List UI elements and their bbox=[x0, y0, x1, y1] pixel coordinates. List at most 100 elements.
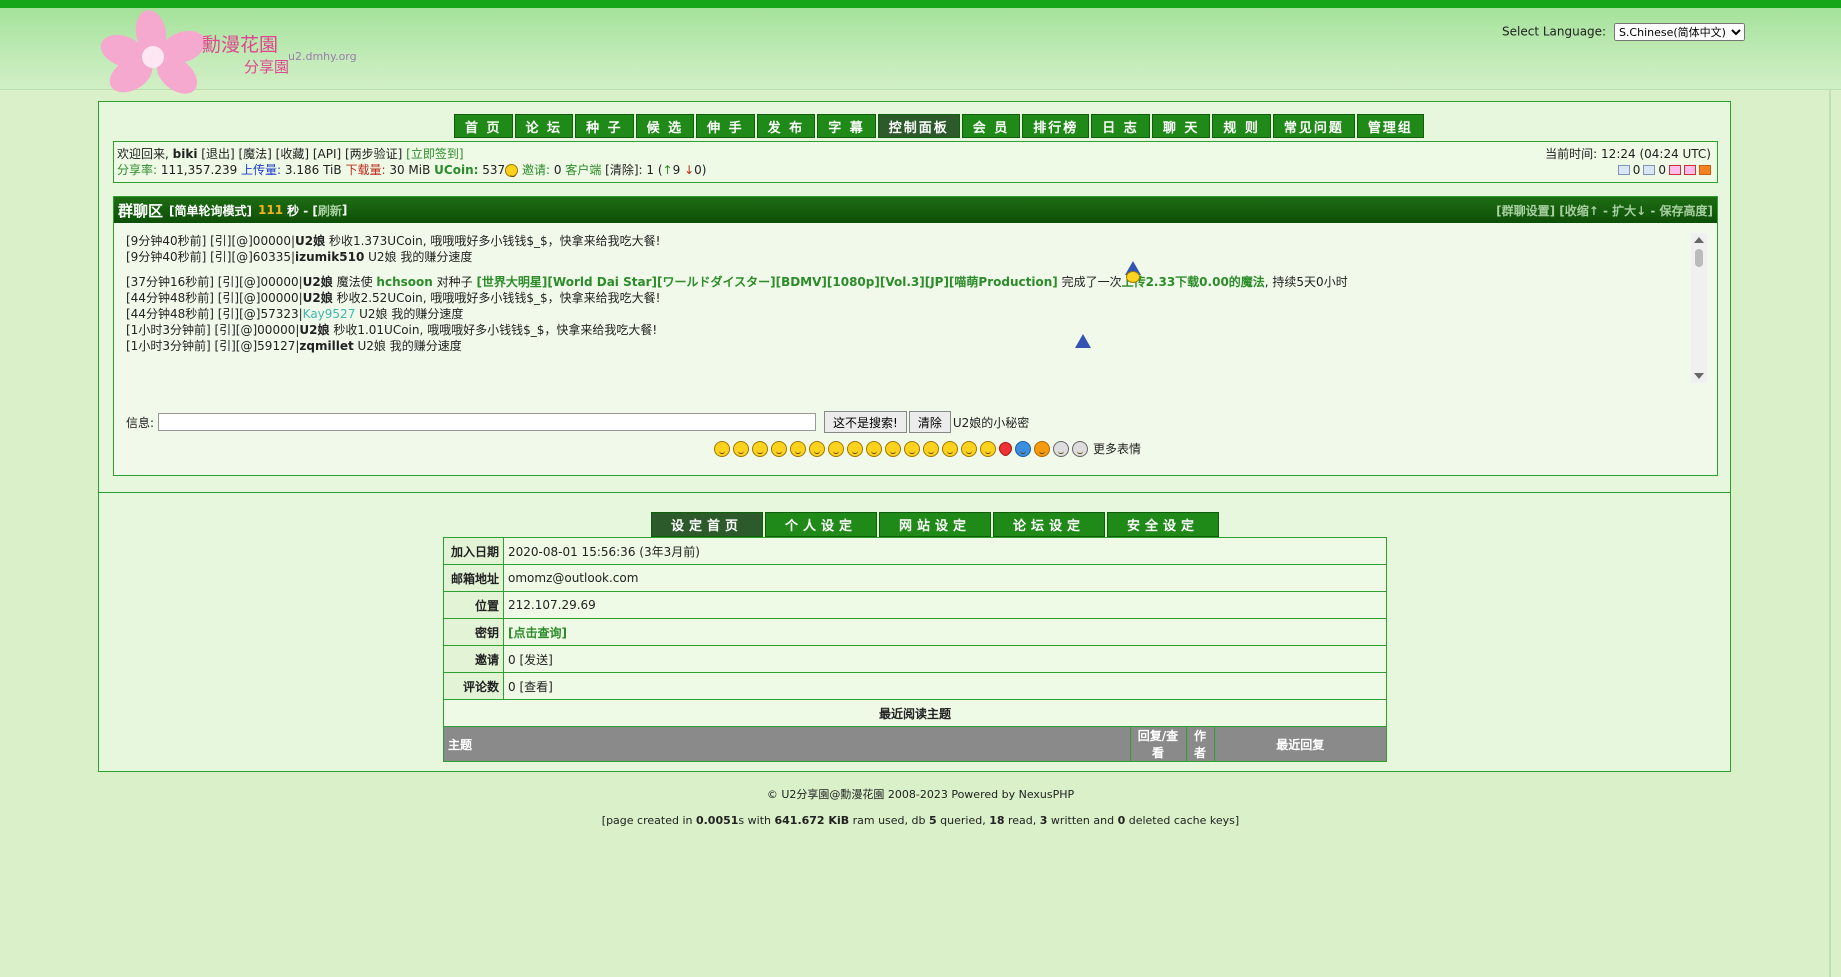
chat-line: [1小时3分钟前] [引][@]59127|zqmillet U2娘 我的赚分速… bbox=[126, 339, 462, 353]
emoji-icon[interactable] bbox=[866, 440, 882, 457]
emoji-icon[interactable] bbox=[752, 440, 768, 457]
language-selector: Select Language: S.Chinese(简体中文) bbox=[1502, 23, 1745, 41]
inbox-icon[interactable] bbox=[1617, 165, 1630, 175]
emoji-icon[interactable] bbox=[980, 440, 996, 457]
nav-rules[interactable]: 规 则 bbox=[1212, 114, 1271, 138]
emoji-icon[interactable] bbox=[1053, 440, 1069, 457]
bookmark-icon[interactable] bbox=[1684, 165, 1696, 175]
emoji-icon[interactable] bbox=[809, 440, 825, 457]
seeding-count: 9 bbox=[672, 163, 681, 177]
nav-requests[interactable]: 伸 手 bbox=[696, 114, 755, 138]
invite-value[interactable]: 0 [发送] bbox=[503, 645, 1387, 673]
emoji-icon[interactable] bbox=[790, 440, 806, 457]
nav-control-panel[interactable]: 控制面板 bbox=[877, 114, 960, 138]
secret-link[interactable]: U2娘的小秘密 bbox=[953, 414, 1029, 431]
chat-refresh[interactable]: 刷新 bbox=[318, 202, 342, 219]
emoji-icon[interactable] bbox=[771, 440, 787, 457]
ip-value: 212.107.29.69 bbox=[503, 591, 1387, 619]
emoji-icon[interactable] bbox=[1072, 440, 1088, 457]
more-emoji-link[interactable]: 更多表情 bbox=[1093, 440, 1141, 457]
sent-icon[interactable] bbox=[1643, 165, 1656, 175]
nav-staff[interactable]: 管理组 bbox=[1356, 114, 1424, 138]
tab-personal-settings[interactable]: 个人设定 bbox=[765, 512, 877, 537]
question-icon[interactable] bbox=[1015, 440, 1031, 457]
ucoin-value: 537 bbox=[482, 163, 506, 177]
language-select[interactable]: S.Chinese(简体中文) bbox=[1613, 23, 1745, 41]
table-row: 位置 212.107.29.69 bbox=[443, 591, 1387, 619]
download-value: 30 MiB bbox=[389, 163, 431, 177]
emoji-icon[interactable] bbox=[733, 440, 749, 457]
nav-upload[interactable]: 发 布 bbox=[756, 114, 816, 138]
tab-settings-home[interactable]: 设定首页 bbox=[651, 512, 763, 537]
nav-forum[interactable]: 论 坛 bbox=[514, 114, 574, 138]
checkin-link[interactable]: [立即签到] bbox=[406, 147, 463, 161]
nav-rankings[interactable]: 排行榜 bbox=[1022, 114, 1090, 138]
emoji-icon[interactable] bbox=[847, 440, 863, 457]
recent-title-row: 最近阅读主题 bbox=[443, 699, 1387, 727]
user-links[interactable]: [退出] [魔法] [收藏] [API] [两步验证] bbox=[201, 147, 402, 161]
greeting: 欢迎回来, bbox=[117, 147, 169, 161]
clear-label[interactable]: [清除]: 1 ( bbox=[605, 163, 662, 177]
scroll-thumb[interactable] bbox=[1695, 249, 1703, 267]
message-icons: 0 0 bbox=[1617, 162, 1711, 178]
client-link[interactable]: 客户端 bbox=[565, 163, 601, 177]
header: 勳漫花園 分享園 u2.dmhy.org Select Language: S.… bbox=[0, 7, 1841, 102]
nav-subtitles[interactable]: 字 幕 bbox=[817, 114, 876, 138]
join-date: 2020-08-01 15:56:36 (3年3月前) bbox=[503, 537, 1387, 565]
warning-icon[interactable] bbox=[1034, 440, 1050, 457]
chat-messages: [9分钟40秒前] [引][@]00000|U2娘 秒收1.373UCoin, … bbox=[126, 233, 1699, 381]
scroll-up-icon[interactable] bbox=[1694, 237, 1704, 243]
chat-panel: 群聊区 [简单轮询模式] 111 秒 - [刷新] [群聊设置] [收缩↑ - … bbox=[113, 196, 1718, 476]
nav-logs[interactable]: 日 志 bbox=[1091, 114, 1150, 138]
tab-forum-settings[interactable]: 论坛设定 bbox=[993, 512, 1105, 537]
tab-site-settings[interactable]: 网站设定 bbox=[879, 512, 991, 537]
emoji-icon[interactable] bbox=[885, 440, 901, 457]
tab-security-settings[interactable]: 安全设定 bbox=[1107, 512, 1219, 537]
emoji-icon[interactable] bbox=[961, 440, 977, 457]
nav-torrents[interactable]: 种 子 bbox=[575, 114, 634, 138]
emoji-icon[interactable] bbox=[904, 440, 920, 457]
coin-icon bbox=[505, 164, 519, 177]
settings-tabs: 设定首页 个人设定 网站设定 论坛设定 安全设定 bbox=[651, 512, 1219, 537]
user-info-bar: 欢迎回来, biki [退出] [魔法] [收藏] [API] [两步验证] [… bbox=[113, 141, 1718, 183]
chat-input-row: 信息: 这不是搜索! 清除 U2娘的小秘密 bbox=[126, 411, 1029, 433]
ratio-label: 分享率: bbox=[117, 163, 158, 177]
leech-arrow-icon: ↓ bbox=[684, 163, 695, 177]
heart-icon[interactable] bbox=[996, 439, 1015, 458]
rss-icon[interactable] bbox=[1699, 165, 1711, 175]
footer: © U2分享園@勳漫花園 2008-2023 Powered by NexusP… bbox=[0, 782, 1841, 834]
table-row: 加入日期 2020-08-01 15:56:36 (3年3月前) bbox=[443, 537, 1387, 565]
passkey-link[interactable]: [点击查询] bbox=[503, 618, 1387, 646]
message-input[interactable] bbox=[158, 413, 817, 431]
site-name: 勳漫花園 bbox=[202, 34, 279, 56]
col-topic: 主题 bbox=[444, 727, 1131, 761]
emoji-icon[interactable] bbox=[923, 440, 939, 457]
table-row: 邮箱地址 omomz@outlook.com bbox=[443, 564, 1387, 592]
chat-line: [37分钟16秒前] [引][@]00000|U2娘 魔法使 hchsoon 对… bbox=[126, 275, 1348, 289]
site-logo[interactable]: 勳漫花園 分享園 u2.dmhy.org bbox=[96, 7, 398, 102]
top-bar bbox=[0, 0, 1841, 8]
nav-faq[interactable]: 常见问题 bbox=[1272, 114, 1355, 138]
nav-candidates[interactable]: 候 选 bbox=[635, 114, 695, 138]
username-link[interactable]: biki bbox=[173, 147, 198, 161]
emoji-icon[interactable] bbox=[942, 440, 958, 457]
nav-chat[interactable]: 聊 天 bbox=[1151, 114, 1211, 138]
chat-line: [44分钟48秒前] [引][@]57323|Kay9527 U2娘 我的赚分速… bbox=[126, 307, 464, 321]
email-value: omomz@outlook.com bbox=[503, 564, 1387, 592]
scroll-down-icon[interactable] bbox=[1694, 373, 1704, 379]
chat-settings[interactable]: [群聊设置] [收缩↑ - 扩大↓ - 保存高度] bbox=[1496, 202, 1713, 219]
upload-value: 3.186 TiB bbox=[284, 163, 342, 177]
clear-button[interactable]: 清除 bbox=[908, 411, 951, 433]
emoji-icon[interactable] bbox=[714, 440, 730, 457]
chat-mode[interactable]: [简单轮询模式] bbox=[169, 202, 252, 219]
emoji-icon[interactable] bbox=[828, 440, 844, 457]
nav-members[interactable]: 会 员 bbox=[961, 114, 1021, 138]
chat-scrollbar[interactable] bbox=[1691, 233, 1707, 383]
col-author: 作者 bbox=[1186, 727, 1215, 761]
main-nav: 首 页 论 坛 种 子 候 选 伸 手 发 布 字 幕 控制面板 会 员 排行榜… bbox=[454, 114, 1424, 138]
time-label: 当前时间: bbox=[1545, 147, 1598, 161]
friends-icon[interactable] bbox=[1669, 165, 1681, 175]
send-button[interactable]: 这不是搜索! bbox=[824, 411, 907, 433]
comments-value[interactable]: 0 [查看] bbox=[503, 672, 1387, 700]
nav-home[interactable]: 首 页 bbox=[454, 114, 513, 138]
